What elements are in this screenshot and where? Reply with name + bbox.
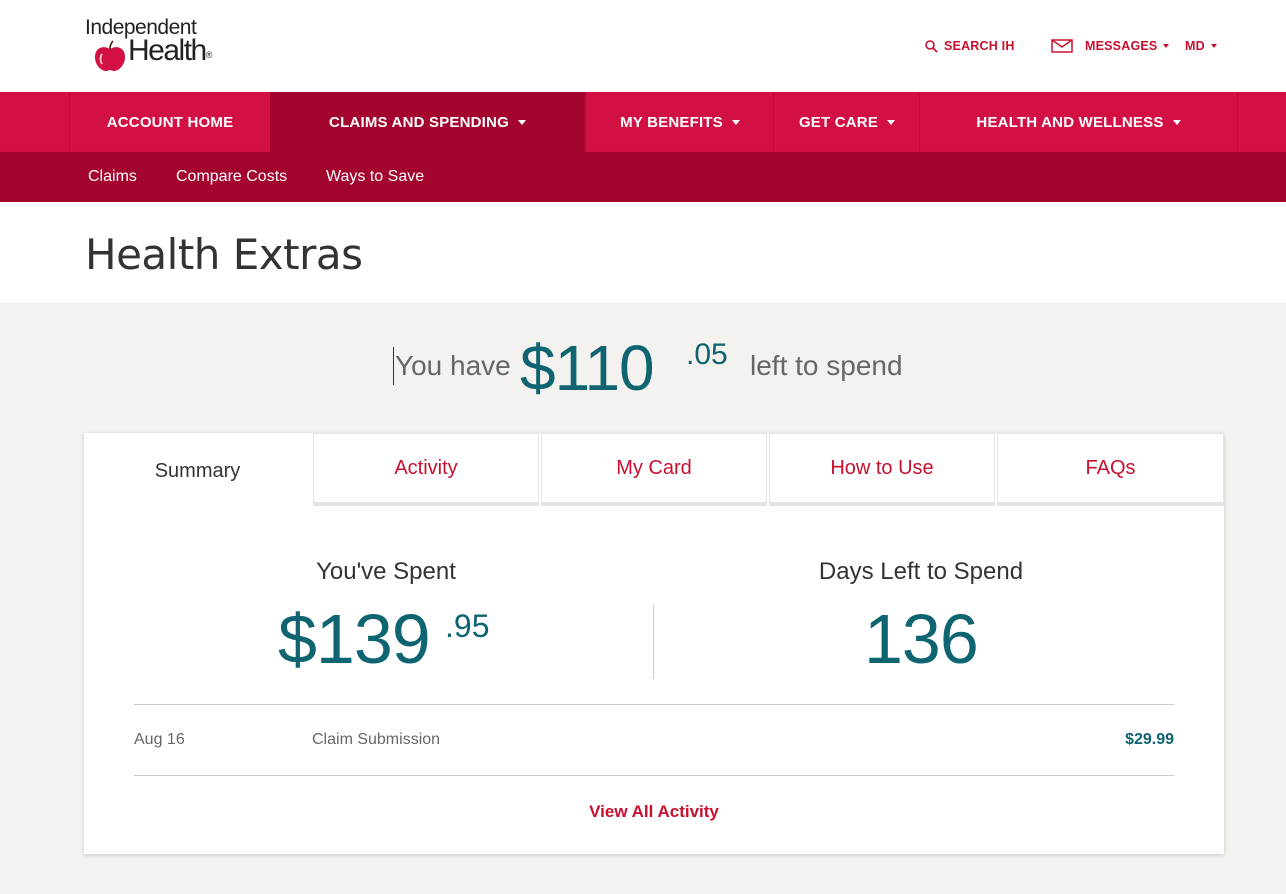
caret-down-icon: [1172, 119, 1181, 125]
sub-navigation: Claims Compare Costs Ways to Save: [0, 152, 1286, 202]
divider: [134, 775, 1174, 776]
days-left-title: Days Left to Spend: [818, 558, 1024, 585]
messages-label: MESSAGES: [1085, 39, 1158, 53]
tab-faqs[interactable]: FAQs: [997, 433, 1224, 506]
view-all-activity-link[interactable]: View All Activity: [84, 802, 1224, 822]
tab-bar: Summary Activity My Card How to Use FAQs: [84, 433, 1224, 509]
search-label: SEARCH IH: [944, 39, 1015, 53]
apple-icon: [95, 40, 125, 71]
site-header: Independent Health® SEARCH IH MESSAGES M…: [0, 0, 1286, 92]
health-extras-card: Summary Activity My Card How to Use FAQs…: [84, 433, 1224, 854]
caret-down-icon: [517, 119, 526, 125]
nav-claims-and-spending[interactable]: CLAIMS AND SPENDING: [270, 92, 585, 152]
balance-summary: You have $110 .05 left to spend: [0, 332, 1286, 405]
balance-prefix: You have: [395, 350, 511, 381]
column-divider: [653, 605, 654, 679]
page-title: Health Extras: [85, 230, 363, 279]
tab-activity[interactable]: Activity: [313, 433, 539, 506]
subnav-compare-costs[interactable]: Compare Costs: [176, 168, 287, 186]
tab-my-card[interactable]: My Card: [541, 433, 767, 506]
spent-title: You've Spent: [316, 558, 456, 585]
main-navigation: ACCOUNT HOME CLAIMS AND SPENDING MY BENE…: [0, 92, 1286, 152]
nav-account-home[interactable]: ACCOUNT HOME: [69, 92, 270, 152]
page-title-area: Health Extras: [0, 202, 1286, 303]
spent-cents: .95: [445, 608, 490, 644]
caret-down-icon: [1163, 44, 1170, 48]
caret-down-icon: [887, 119, 896, 125]
subnav-claims[interactable]: Claims: [88, 168, 137, 186]
divider: [134, 704, 1174, 705]
user-menu[interactable]: MD: [1185, 38, 1217, 54]
independent-health-logo[interactable]: Independent Health®: [85, 16, 215, 72]
nav-health-and-wellness[interactable]: HEALTH AND WELLNESS: [919, 92, 1237, 152]
search-link[interactable]: SEARCH IH: [925, 38, 1015, 54]
nav-my-benefits[interactable]: MY BENEFITS: [585, 92, 774, 152]
subnav-ways-to-save[interactable]: Ways to Save: [326, 168, 424, 186]
tab-summary[interactable]: Summary: [84, 433, 311, 509]
user-initials: MD: [1185, 39, 1205, 53]
caret-down-icon: [1210, 44, 1217, 48]
nav-get-care[interactable]: GET CARE: [773, 92, 920, 152]
days-left-value: 136: [864, 600, 979, 678]
balance-suffix: left to spend: [750, 350, 903, 381]
logo-text-line2: Health®: [128, 34, 213, 67]
text-cursor: [393, 347, 394, 385]
balance-dollars: $110: [520, 332, 655, 404]
search-icon: [925, 39, 938, 53]
spent-dollars: $139: [278, 600, 431, 678]
tab-how-to-use[interactable]: How to Use: [769, 433, 995, 506]
caret-down-icon: [731, 119, 740, 125]
messages-menu[interactable]: MESSAGES: [1051, 38, 1170, 54]
nav-divider: [1237, 92, 1238, 152]
activity-description: Claim Submission: [312, 731, 441, 748]
envelope-icon: [1051, 39, 1073, 53]
activity-date: Aug 16: [134, 731, 185, 748]
balance-cents: .05: [686, 338, 728, 371]
activity-amount: $29.99: [1125, 731, 1174, 748]
